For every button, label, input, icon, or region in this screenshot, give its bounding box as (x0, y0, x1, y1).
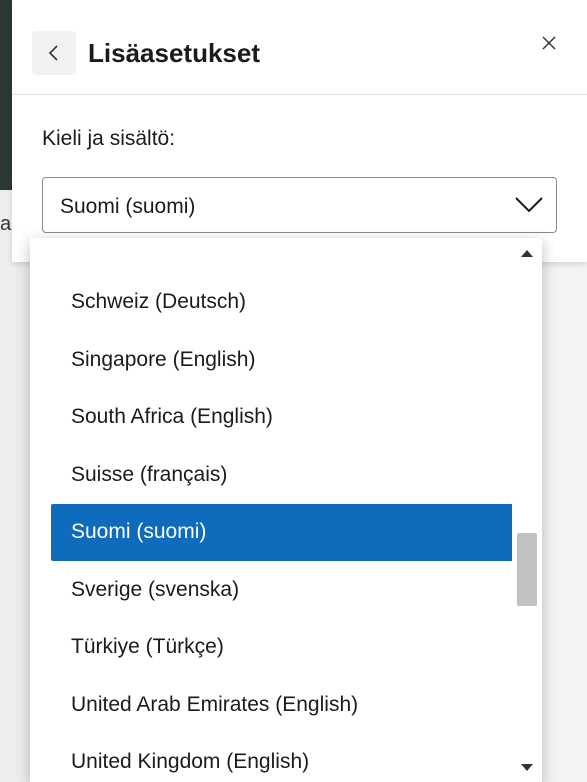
language-dropdown-list[interactable]: Schweiz (Deutsch) Singapore (English) So… (30, 238, 542, 782)
close-button[interactable] (534, 28, 564, 58)
scroll-up-arrow-icon[interactable] (521, 250, 533, 257)
dropdown-scrollbar[interactable] (512, 238, 542, 782)
chevron-left-icon (48, 45, 58, 61)
settings-panel: Lisäasetukset Kieli ja sisältö: Suomi (s… (12, 0, 587, 262)
background-image-strip (0, 0, 12, 190)
language-select[interactable]: Suomi (suomi) (42, 177, 557, 233)
dropdown-options: Schweiz (Deutsch) Singapore (English) So… (30, 238, 530, 782)
dropdown-option-sverige[interactable]: Sverige (svenska) (51, 561, 521, 619)
dropdown-option-suisse[interactable]: Suisse (français) (51, 446, 521, 504)
background-sidebar-strip (0, 190, 30, 782)
close-icon (542, 36, 556, 50)
chevron-down-icon (515, 197, 543, 213)
page: a Lisäasetukset Kieli ja sisältö: Suomi … (0, 0, 587, 782)
scroll-down-arrow-icon[interactable] (521, 764, 533, 771)
dropdown-option-uae[interactable]: United Arab Emirates (English) (51, 676, 521, 734)
panel-header: Lisäasetukset (12, 0, 587, 95)
scrollbar-thumb[interactable] (517, 533, 537, 606)
dropdown-option-turkiye[interactable]: Türkiye (Türkçe) (51, 619, 521, 677)
dropdown-option-united-kingdom[interactable]: United Kingdom (English) (51, 734, 521, 782)
dropdown-option-schweiz[interactable]: Schweiz (Deutsch) (51, 274, 521, 332)
language-field-label: Kieli ja sisältö: (42, 127, 176, 150)
language-select-value: Suomi (suomi) (60, 195, 196, 218)
dropdown-option[interactable] (51, 238, 521, 274)
background-partial-text: a (0, 213, 12, 235)
back-button[interactable] (32, 31, 76, 75)
dropdown-option-singapore[interactable]: Singapore (English) (51, 331, 521, 389)
dropdown-option-suomi-selected[interactable]: Suomi (suomi) (51, 503, 521, 561)
dropdown-option-south-africa[interactable]: South Africa (English) (51, 389, 521, 447)
panel-title: Lisäasetukset (88, 38, 260, 68)
